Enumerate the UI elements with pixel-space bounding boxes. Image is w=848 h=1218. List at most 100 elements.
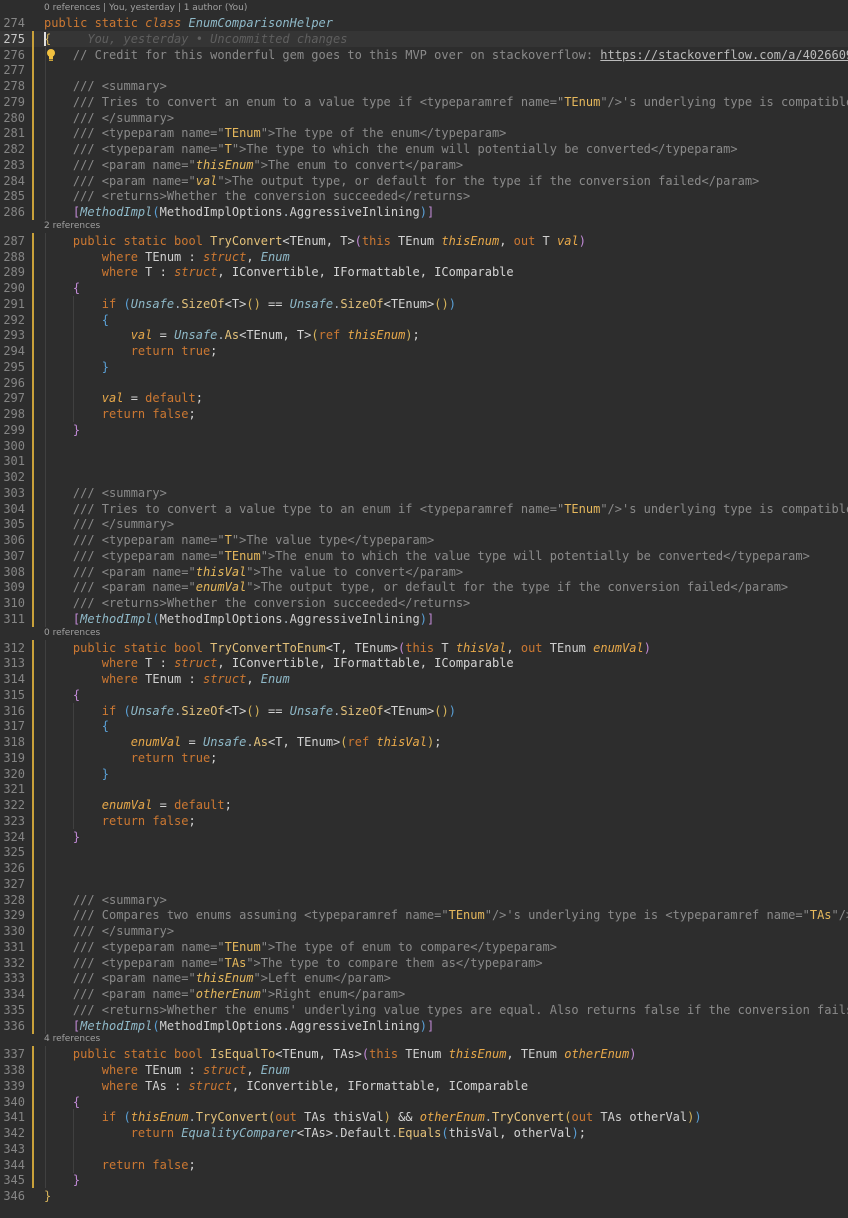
modified-lines-indicator[interactable] (32, 390, 34, 407)
modified-lines-indicator[interactable] (32, 1001, 34, 1018)
code-line[interactable]: 340 { (0, 1093, 848, 1110)
modified-lines-indicator[interactable] (32, 1062, 34, 1078)
modified-lines-indicator[interactable] (32, 264, 34, 281)
code-line[interactable]: 305 /// </summary> (0, 516, 848, 533)
code-line[interactable]: 330 /// </summary> (0, 923, 848, 939)
code-line[interactable]: 307 /// <typeparam name="TEnum">The enum… (0, 547, 848, 564)
modified-lines-indicator[interactable] (32, 970, 34, 987)
code-line[interactable]: 313 where T : struct, IConvertible, IFor… (0, 655, 848, 672)
code-line[interactable]: 337 public static bool IsEqualTo<TEnum, … (0, 1046, 848, 1063)
modified-lines-indicator[interactable] (32, 109, 34, 126)
code-line[interactable]: 343 (0, 1140, 848, 1157)
code-line[interactable]: 310 /// <returns>Whether the conversion … (0, 595, 848, 611)
code-line[interactable]: 327 (0, 875, 848, 892)
modified-lines-indicator[interactable] (32, 938, 34, 955)
modified-lines-indicator[interactable] (32, 828, 34, 845)
code-line[interactable]: 326 (0, 860, 848, 876)
modified-lines-indicator[interactable] (32, 1077, 34, 1094)
modified-lines-indicator[interactable] (32, 595, 34, 611)
modified-lines-indicator[interactable] (32, 437, 34, 454)
modified-lines-indicator[interactable] (32, 1046, 34, 1063)
code-line[interactable]: 341 if (thisEnum.TryConvert(out TAs this… (0, 1109, 848, 1126)
modified-lines-indicator[interactable] (32, 718, 34, 735)
modified-lines-indicator[interactable] (32, 563, 34, 580)
modified-lines-indicator[interactable] (32, 875, 34, 892)
modified-lines-indicator[interactable] (32, 62, 34, 79)
code-line[interactable]: 279 /// Tries to convert an enum to a va… (0, 93, 848, 110)
modified-lines-indicator[interactable] (32, 141, 34, 157)
code-line[interactable]: 323 return false; (0, 812, 848, 829)
modified-lines-indicator[interactable] (32, 125, 34, 142)
code-line[interactable]: 342 return EqualityComparer<TAs>.Default… (0, 1125, 848, 1141)
code-line[interactable]: 303 /// <summary> (0, 484, 848, 501)
code-editor[interactable]: 0 references | You, yesterday | 1 author… (0, 0, 848, 1218)
modified-lines-indicator[interactable] (32, 1140, 34, 1157)
modified-lines-indicator[interactable] (32, 30, 34, 47)
modified-lines-indicator[interactable] (32, 1109, 34, 1126)
code-line[interactable]: 291 if (Unsafe.SizeOf<T>() == Unsafe.Siz… (0, 295, 848, 312)
modified-lines-indicator[interactable] (32, 500, 34, 517)
modified-lines-indicator[interactable] (32, 311, 34, 328)
code-line[interactable]: 295 } (0, 358, 848, 375)
modified-lines-indicator[interactable] (32, 547, 34, 564)
code-line[interactable]: 299 } (0, 421, 848, 438)
code-line[interactable]: 315 { (0, 686, 848, 703)
code-line[interactable]: 331 /// <typeparam name="TEnum">The type… (0, 938, 848, 955)
code-line[interactable]: 335 /// <returns>Whether the enums' unde… (0, 1001, 848, 1018)
code-line[interactable]: 324 } (0, 828, 848, 845)
modified-lines-indicator[interactable] (32, 1093, 34, 1110)
modified-lines-indicator[interactable] (32, 749, 34, 766)
modified-lines-indicator[interactable] (32, 579, 34, 596)
code-line[interactable]: 309 /// <param name="enumVal">The output… (0, 579, 848, 596)
code-line[interactable]: 297 val = default; (0, 390, 848, 407)
code-line[interactable]: 285 /// <returns>Whether the conversion … (0, 188, 848, 205)
modified-lines-indicator[interactable] (32, 406, 34, 422)
code-line[interactable]: 321 (0, 781, 848, 798)
modified-lines-indicator[interactable] (32, 907, 34, 924)
modified-lines-indicator[interactable] (32, 516, 34, 533)
modified-lines-indicator[interactable] (32, 765, 34, 782)
modified-lines-indicator[interactable] (32, 1017, 34, 1034)
code-line[interactable]: 317 { (0, 718, 848, 735)
code-line[interactable]: 316 if (Unsafe.SizeOf<T>() == Unsafe.Siz… (0, 702, 848, 719)
code-line[interactable]: 302 (0, 469, 848, 485)
code-line[interactable]: 304 /// Tries to convert a value type to… (0, 500, 848, 517)
modified-lines-indicator[interactable] (32, 295, 34, 312)
code-line[interactable]: 332 /// <typeparam name="TAs">The type t… (0, 954, 848, 971)
code-line[interactable]: 336 [MethodImpl(MethodImplOptions.Aggres… (0, 1017, 848, 1034)
codelens-class-header[interactable]: 0 references | You, yesterday | 1 author… (0, 2, 848, 15)
code-line[interactable]: 344 return false; (0, 1156, 848, 1173)
modified-lines-indicator[interactable] (32, 358, 34, 375)
codelens-text[interactable]: 2 references (44, 220, 100, 233)
code-line[interactable]: 311 [MethodImpl(MethodImplOptions.Aggres… (0, 610, 848, 627)
code-line[interactable]: 338 where TEnum : struct, Enum (0, 1062, 848, 1078)
codelens-text[interactable]: 4 references (44, 1033, 100, 1046)
code-line[interactable]: 277 (0, 62, 848, 79)
modified-lines-indicator[interactable] (32, 671, 34, 687)
codelens-try-convert-to-enum[interactable]: 0 references (0, 627, 848, 640)
modified-lines-indicator[interactable] (32, 232, 34, 249)
code-line[interactable]: 328 /// <summary> (0, 891, 848, 908)
code-line[interactable]: 282 /// <typeparam name="T">The type to … (0, 141, 848, 157)
code-line[interactable]: 289 where T : struct, IConvertible, IFor… (0, 264, 848, 281)
code-line[interactable]: 306 /// <typeparam name="T">The value ty… (0, 532, 848, 548)
modified-lines-indicator[interactable] (32, 891, 34, 908)
modified-lines-indicator[interactable] (32, 248, 34, 265)
modified-lines-indicator[interactable] (32, 469, 34, 485)
code-line[interactable]: 278 /// <summary> (0, 78, 848, 94)
code-line[interactable]: 322 enumVal = default; (0, 797, 848, 813)
code-line[interactable]: 281 /// <typeparam name="TEnum">The type… (0, 125, 848, 142)
code-line[interactable]: 319 return true; (0, 749, 848, 766)
modified-lines-indicator[interactable] (32, 1125, 34, 1141)
modified-lines-indicator[interactable] (32, 280, 34, 296)
code-line[interactable]: 287 public static bool TryConvert<TEnum,… (0, 232, 848, 249)
stackoverflow-link[interactable]: https://stackoverflow.com/a/4026609 (600, 48, 848, 62)
modified-lines-indicator[interactable] (32, 188, 34, 205)
modified-lines-indicator[interactable] (32, 343, 34, 359)
code-line[interactable]: 308 /// <param name="thisVal">The value … (0, 563, 848, 580)
modified-lines-indicator[interactable] (32, 484, 34, 501)
code-line[interactable]: 312 public static bool TryConvertToEnum<… (0, 639, 848, 656)
code-line[interactable]: 301 (0, 453, 848, 470)
modified-lines-indicator[interactable] (32, 421, 34, 438)
modified-lines-indicator[interactable] (32, 93, 34, 110)
